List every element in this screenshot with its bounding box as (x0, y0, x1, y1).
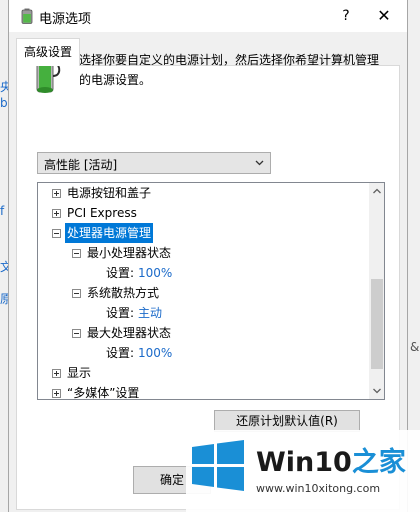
tree-item-label: 显示 (67, 366, 92, 380)
watermark-brand: Win10之家 (256, 440, 406, 479)
power-plan-select[interactable]: 高性能 [活动] (37, 152, 271, 174)
close-button[interactable]: ✕ (369, 4, 399, 28)
tree-setting-system-cooling-policy[interactable]: 设置: 主动 (38, 303, 368, 323)
setting-value[interactable]: 100% (138, 263, 172, 283)
setting-label: 设置: (106, 266, 135, 280)
tree-scrollbar[interactable] (369, 183, 385, 399)
tree-item-system-cooling-policy[interactable]: 系统散热方式 (38, 283, 368, 303)
tree-item-label: 最大处理器状态 (87, 326, 172, 340)
watermark-brand-part: Win10 (256, 447, 352, 478)
expand-icon[interactable] (52, 369, 61, 378)
watermark: Win10之家 www.win10xitong.com (186, 430, 420, 512)
chevron-down-icon (255, 160, 264, 166)
collapse-icon[interactable] (72, 329, 81, 338)
setting-value[interactable]: 100% (138, 343, 172, 363)
scrollbar-thumb[interactable] (371, 279, 383, 369)
expand-icon[interactable] (52, 189, 61, 198)
window-title: 电源选项 (39, 12, 92, 27)
tree-item-processor-power-management[interactable]: 处理器电源管理 (38, 223, 368, 243)
tree-item-multimedia-settings[interactable]: “多媒体”设置 (38, 383, 368, 400)
setting-label: 设置: (106, 306, 135, 320)
settings-tree[interactable]: 电源按钮和盖子 PCI Express 处理器电源管理 最小处理器状态 设置: … (37, 182, 385, 400)
tree-item-min-processor-state[interactable]: 最小处理器状态 (38, 243, 368, 263)
tree-item-power-buttons-lid[interactable]: 电源按钮和盖子 (38, 183, 368, 203)
collapse-icon[interactable] (72, 289, 81, 298)
collapse-icon[interactable] (52, 229, 61, 238)
watermark-url: www.win10xitong.com (256, 482, 381, 495)
tree-item-label: 电源按钮和盖子 (67, 186, 152, 200)
tree-item-display[interactable]: 显示 (38, 363, 368, 383)
tab-advanced-settings[interactable]: 高级设置 (16, 38, 80, 66)
background-fragment: f (0, 204, 5, 218)
tree-item-label: “多媒体”设置 (67, 386, 140, 400)
tree-item-label: PCI Express (67, 206, 137, 220)
setting-value[interactable]: 主动 (138, 303, 162, 323)
background-fragment: b (0, 96, 8, 110)
background-fragment: & (410, 340, 420, 354)
expand-icon[interactable] (52, 389, 61, 398)
expand-icon[interactable] (52, 209, 61, 218)
setting-label: 设置: (106, 346, 135, 360)
page-description: 选择你要自定义的电源计划，然后选择你希望计算机管理的电源设置。 (79, 53, 380, 87)
tree-setting-max-processor-state[interactable]: 设置: 100% (38, 343, 368, 363)
tree-item-label: 系统散热方式 (87, 286, 160, 300)
restore-plan-defaults-button[interactable]: 还原计划默认值(R) (214, 410, 360, 432)
tree-setting-min-processor-state[interactable]: 设置: 100% (38, 263, 368, 283)
windows-logo-icon (192, 440, 244, 491)
help-button[interactable]: ? (331, 4, 361, 28)
scroll-up-icon[interactable] (369, 183, 385, 199)
tree-item-label: 处理器电源管理 (65, 223, 154, 243)
power-plan-value: 高性能 [活动] (44, 158, 118, 172)
collapse-icon[interactable] (72, 249, 81, 258)
tree-item-max-processor-state[interactable]: 最大处理器状态 (38, 323, 368, 343)
scroll-down-icon[interactable] (369, 383, 385, 399)
tree-item-label: 最小处理器状态 (87, 246, 172, 260)
battery-icon (21, 8, 33, 24)
tree-item-pci-express[interactable]: PCI Express (38, 203, 368, 223)
title-bar[interactable]: 电源选项 ? ✕ (9, 0, 407, 32)
watermark-brand-part: 之家 (351, 447, 406, 478)
